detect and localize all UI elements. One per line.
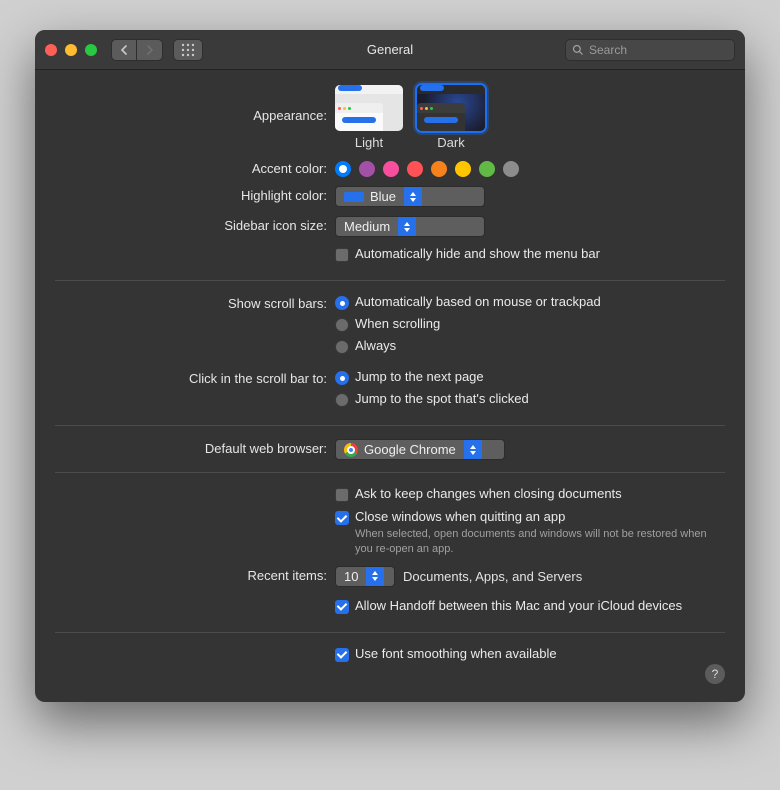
default-browser-dropdown[interactable]: Google Chrome xyxy=(335,439,505,460)
appearance-option-dark[interactable]: Dark xyxy=(417,85,485,150)
sidebar-icon-size-dropdown[interactable]: Medium xyxy=(335,216,485,237)
stepper-arrows-icon xyxy=(398,217,416,236)
accent-color-swatch[interactable] xyxy=(407,161,423,177)
highlight-value: Blue xyxy=(370,189,396,204)
forward-button[interactable] xyxy=(137,39,163,61)
stepper-arrows-icon xyxy=(464,440,482,459)
browser-label: Default web browser: xyxy=(55,438,335,456)
close-windows-checkbox[interactable] xyxy=(335,511,349,525)
accent-color-swatch[interactable] xyxy=(359,161,375,177)
ask-keep-changes-label: Ask to keep changes when closing documen… xyxy=(355,486,622,501)
show-scroll-bars-radio[interactable] xyxy=(335,318,349,332)
search-input[interactable] xyxy=(589,43,728,57)
chrome-icon xyxy=(344,443,358,457)
chevron-left-icon xyxy=(120,45,128,55)
sidebar-icon-label: Sidebar icon size: xyxy=(55,215,335,233)
accent-color-swatch[interactable] xyxy=(503,161,519,177)
close-window-button[interactable] xyxy=(45,44,57,56)
recent-items-suffix: Documents, Apps, and Servers xyxy=(403,569,582,584)
zoom-window-button[interactable] xyxy=(85,44,97,56)
highlight-label: Highlight color: xyxy=(55,185,335,203)
show-scroll-bars-option-label: Automatically based on mouse or trackpad xyxy=(355,294,601,309)
divider xyxy=(55,280,725,281)
titlebar: General xyxy=(35,30,745,70)
show-scroll-bars-option-label: When scrolling xyxy=(355,316,440,331)
dark-caption: Dark xyxy=(417,135,485,150)
divider xyxy=(55,472,725,473)
grid-icon xyxy=(181,43,195,57)
nav-buttons xyxy=(111,39,163,61)
font-smoothing-label: Use font smoothing when available xyxy=(355,646,557,661)
browser-value: Google Chrome xyxy=(364,442,456,457)
auto-hide-menubar-checkbox[interactable] xyxy=(335,248,349,262)
scroll-bars-label: Show scroll bars: xyxy=(55,293,335,311)
preferences-window: General Appearance: Light xyxy=(35,30,745,702)
show-scroll-bars-option-label: Always xyxy=(355,338,396,353)
recent-items-dropdown[interactable]: 10 xyxy=(335,566,395,587)
divider xyxy=(55,632,725,633)
chevron-right-icon xyxy=(146,45,154,55)
show-all-button[interactable] xyxy=(173,39,203,61)
traffic-lights xyxy=(45,44,97,56)
recent-items-value: 10 xyxy=(344,569,358,584)
dark-thumbnail xyxy=(417,85,485,131)
stepper-arrows-icon xyxy=(366,567,384,586)
accent-color-swatch[interactable] xyxy=(479,161,495,177)
close-windows-label: Close windows when quitting an app xyxy=(355,509,565,524)
back-button[interactable] xyxy=(111,39,137,61)
light-thumbnail xyxy=(335,85,403,131)
click-scrollbar-radio[interactable] xyxy=(335,371,349,385)
stepper-arrows-icon xyxy=(404,187,422,206)
accent-color-swatch[interactable] xyxy=(431,161,447,177)
accent-color-swatch[interactable] xyxy=(383,161,399,177)
highlight-color-dropdown[interactable]: Blue xyxy=(335,186,485,207)
search-field[interactable] xyxy=(565,39,735,61)
minimize-window-button[interactable] xyxy=(65,44,77,56)
close-windows-hint: When selected, open documents and window… xyxy=(335,527,725,557)
auto-hide-menubar-label: Automatically hide and show the menu bar xyxy=(355,246,600,261)
ask-keep-changes-checkbox[interactable] xyxy=(335,488,349,502)
accent-color-swatch[interactable] xyxy=(455,161,471,177)
click-scrollbar-label: Click in the scroll bar to: xyxy=(55,368,335,386)
divider xyxy=(55,425,725,426)
click-scrollbar-option-label: Jump to the next page xyxy=(355,369,484,384)
highlight-color-chip xyxy=(344,192,364,202)
show-scroll-bars-radio[interactable] xyxy=(335,340,349,354)
accent-label: Accent color: xyxy=(55,158,335,176)
light-caption: Light xyxy=(335,135,403,150)
appearance-option-light[interactable]: Light xyxy=(335,85,403,150)
accent-color-row xyxy=(335,159,725,177)
handoff-label: Allow Handoff between this Mac and your … xyxy=(355,598,682,613)
font-smoothing-checkbox[interactable] xyxy=(335,648,349,662)
click-scrollbar-option-label: Jump to the spot that's clicked xyxy=(355,391,529,406)
accent-color-swatch[interactable] xyxy=(335,161,351,177)
content-area: Appearance: Light xyxy=(35,70,745,702)
sidebar-icon-value: Medium xyxy=(344,219,390,234)
recent-items-label: Recent items: xyxy=(55,565,335,583)
search-icon xyxy=(572,44,584,56)
click-scrollbar-radio[interactable] xyxy=(335,393,349,407)
appearance-label: Appearance: xyxy=(55,84,335,123)
help-button[interactable]: ? xyxy=(705,664,725,684)
handoff-checkbox[interactable] xyxy=(335,600,349,614)
show-scroll-bars-radio[interactable] xyxy=(335,296,349,310)
